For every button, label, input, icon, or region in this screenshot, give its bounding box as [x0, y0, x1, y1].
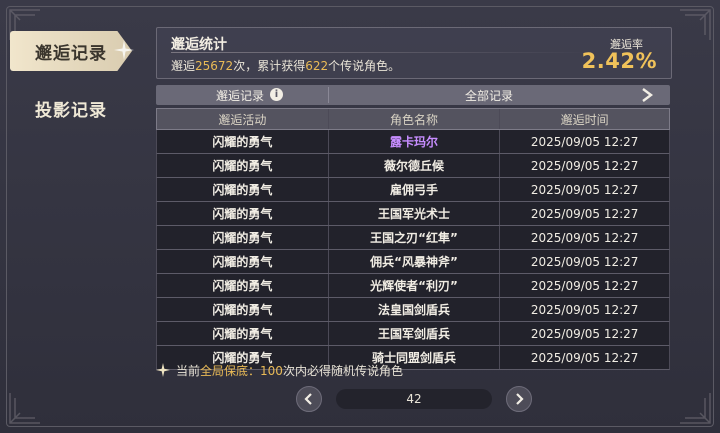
pity-prefix: 当前 [176, 364, 201, 378]
rate-value: 2.42% [581, 49, 657, 73]
stats-summary: 邂逅25672次，累计获得622个传说角色。 [171, 57, 400, 74]
stats-title: 邂逅统计 [171, 37, 227, 53]
pity-highlight: 全局保底： [200, 364, 261, 378]
pity-info: 当前全局保底：100次内必得随机传说角色 [156, 362, 403, 379]
chevron-left-icon [304, 393, 312, 405]
chevron-right-icon[interactable] [640, 87, 654, 103]
cell-name: 王国之刃“红隼” [329, 226, 501, 249]
page-number: 42 [336, 389, 492, 409]
corner-ornament-icon [8, 391, 42, 425]
cell-time: 2025/09/05 12:27 [530, 182, 639, 197]
cell-name: 光辉使者“利刃” [329, 274, 501, 297]
cell-name: 法皇国剑盾兵 [329, 298, 501, 321]
cell-name: 薇尔德丘候 [329, 154, 501, 177]
table-row: 闪耀的勇气 佣兵“风暴神斧” 2025/09/05 12:27 [156, 250, 670, 274]
cell-time: 2025/09/05 12:27 [530, 278, 639, 293]
header-time: 邂逅时间 [560, 112, 609, 127]
divider [171, 52, 591, 53]
cell-time: 2025/09/05 12:27 [530, 350, 639, 365]
cell-activity: 闪耀的勇气 [157, 202, 329, 225]
cell-time: 2025/09/05 12:27 [530, 206, 639, 221]
stats-prefix: 邂逅 [171, 59, 196, 73]
pagination: 42 [296, 386, 532, 412]
tab-label: 邂逅记录 [35, 43, 107, 64]
cell-time: 2025/09/05 12:27 [530, 134, 639, 149]
total-encounters: 25672 [195, 59, 234, 73]
table-row: 闪耀的勇气 法皇国剑盾兵 2025/09/05 12:27 [156, 298, 670, 322]
cell-time: 2025/09/05 12:27 [530, 230, 639, 245]
cell-activity: 闪耀的勇气 [157, 250, 329, 273]
table-row: 闪耀的勇气 王国军光术士 2025/09/05 12:27 [156, 202, 670, 226]
cell-time: 2025/09/05 12:27 [530, 326, 639, 341]
table-row: 闪耀的勇气 雇佣弓手 2025/09/05 12:27 [156, 178, 670, 202]
legend-count: 622 [305, 59, 329, 73]
cell-activity: 闪耀的勇气 [157, 178, 329, 201]
header-name: 角色名称 [329, 109, 501, 129]
filter-label: 邂逅记录 [216, 89, 265, 103]
table-header: 邂逅活动 角色名称 邂逅时间 [156, 108, 670, 130]
cell-name: 王国军光术士 [329, 202, 501, 225]
table-row: 闪耀的勇气 王国之刃“红隼” 2025/09/05 12:27 [156, 226, 670, 250]
pity-count: 100 [260, 364, 283, 378]
cell-name: 佣兵“风暴神斧” [329, 250, 501, 273]
prev-page-button[interactable] [296, 386, 322, 412]
cell-activity: 闪耀的勇气 [157, 298, 329, 321]
cell-activity: 闪耀的勇气 [157, 322, 329, 345]
filter-value: 全部记录 [465, 89, 514, 103]
pity-suffix: 次内必得随机传说角色 [282, 364, 403, 378]
record-filter-bar[interactable]: 邂逅记录 i 全部记录 [156, 85, 670, 105]
encounter-stats-panel: 邂逅统计 邂逅25672次，累计获得622个传说角色。 邂逅率 2.42% [156, 27, 672, 79]
sparkle-icon [112, 38, 136, 62]
divider [328, 87, 329, 103]
records-table: 邂逅活动 角色名称 邂逅时间 闪耀的勇气 露卡玛尔 2025/09/05 12:… [156, 108, 670, 370]
cell-name: 雇佣弓手 [329, 178, 501, 201]
table-row: 闪耀的勇气 王国军剑盾兵 2025/09/05 12:27 [156, 322, 670, 346]
cell-activity: 闪耀的勇气 [157, 274, 329, 297]
cell-activity: 闪耀的勇气 [157, 154, 329, 177]
stats-suffix: 个传说角色。 [328, 59, 401, 73]
table-row: 闪耀的勇气 露卡玛尔 2025/09/05 12:27 [156, 130, 670, 154]
corner-ornament-icon [678, 8, 712, 42]
corner-ornament-icon [678, 391, 712, 425]
cell-time: 2025/09/05 12:27 [530, 158, 639, 173]
tab-label: 投影记录 [35, 100, 107, 121]
next-page-button[interactable] [506, 386, 532, 412]
info-icon[interactable]: i [270, 88, 283, 101]
cell-name: 露卡玛尔 [329, 130, 501, 153]
cell-time: 2025/09/05 12:27 [530, 254, 639, 269]
cell-activity: 闪耀的勇气 [157, 130, 329, 153]
tab-projection-records[interactable]: 投影记录 [10, 88, 132, 128]
sparkle-icon [156, 363, 170, 377]
cell-name: 王国军剑盾兵 [329, 322, 501, 345]
stats-middle: 次，累计获得 [233, 59, 306, 73]
cell-activity: 闪耀的勇气 [157, 226, 329, 249]
table-row: 闪耀的勇气 薇尔德丘候 2025/09/05 12:27 [156, 154, 670, 178]
table-row: 闪耀的勇气 光辉使者“利刃” 2025/09/05 12:27 [156, 274, 670, 298]
cell-time: 2025/09/05 12:27 [530, 302, 639, 317]
header-activity: 邂逅活动 [157, 109, 329, 129]
chevron-right-icon [516, 393, 524, 405]
